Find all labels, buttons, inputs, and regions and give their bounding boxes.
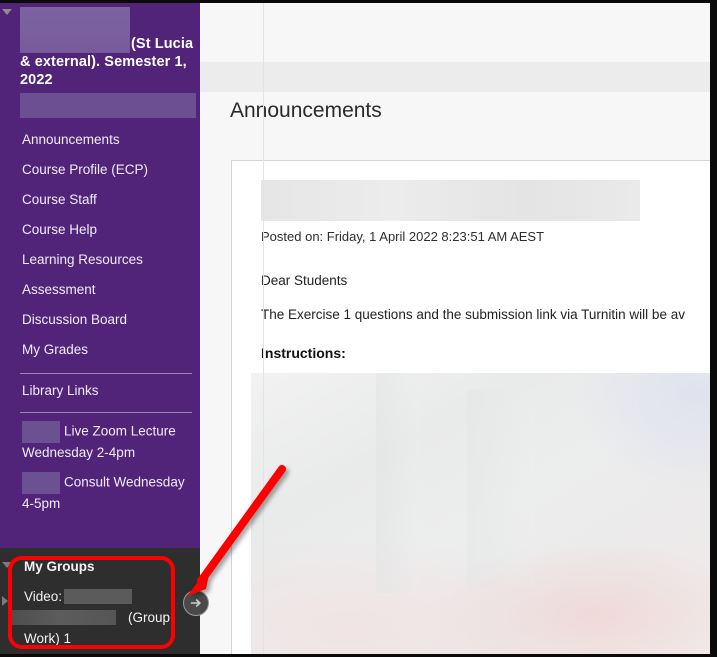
announcement-card: Posted on: Friday, 1 April 2022 8:23:51 … bbox=[231, 160, 710, 654]
triangle-down-icon-lower[interactable] bbox=[2, 562, 12, 568]
content-top-band bbox=[200, 62, 710, 92]
sidebar-item-library-links[interactable]: Library Links bbox=[12, 374, 200, 404]
main-content: Announcements Posted on: Friday, 1 April… bbox=[200, 3, 710, 654]
group-name-redacted-1 bbox=[64, 588, 133, 604]
sidebar-item-discussion-board[interactable]: Discussion Board bbox=[12, 305, 200, 335]
sidebar-item-my-grades[interactable]: My Grades bbox=[12, 335, 200, 365]
sidebar-divider-bottom bbox=[20, 412, 192, 413]
page-title: Announcements bbox=[230, 99, 382, 122]
sidebar-item-course-profile[interactable]: Course Profile (ECP) bbox=[12, 155, 200, 185]
sidebar-item-course-staff[interactable]: Course Staff bbox=[12, 185, 200, 215]
my-groups-panel: My Groups Video:(Group Work) 1 bbox=[12, 548, 200, 654]
announcement-subject-redacted bbox=[261, 180, 640, 221]
content-gutter-line bbox=[263, 3, 264, 654]
browser-window: Announcements Posted on: Friday, 1 April… bbox=[0, 0, 717, 657]
sidebar-item-assessment[interactable]: Assessment bbox=[12, 275, 200, 305]
announcement-greeting: Dear Students bbox=[261, 273, 348, 288]
sidebar-nav-list: Announcements Course Profile (ECP) Cours… bbox=[12, 125, 200, 513]
announcement-image-redacted bbox=[251, 373, 710, 654]
sidebar-item-course-help[interactable]: Course Help bbox=[12, 215, 200, 245]
sidebar-item-announcements[interactable]: Announcements bbox=[12, 125, 200, 155]
group-name-redacted-2 bbox=[12, 609, 116, 625]
course-name-redacted bbox=[20, 7, 130, 53]
announcement-posted-on: Posted on: Friday, 1 April 2022 8:23:51 … bbox=[261, 229, 545, 244]
sidebar-item-redacted[interactable] bbox=[20, 93, 196, 118]
group-video-label: Video: bbox=[24, 589, 63, 604]
sidebar-item-live-zoom-lecture[interactable]: Live Zoom Lecture Wednesday 2-4pm bbox=[12, 421, 200, 462]
arrow-right-circle-icon[interactable] bbox=[183, 590, 209, 616]
announcement-body-text: The Exercise 1 questions and the submiss… bbox=[261, 307, 685, 322]
triangle-down-icon[interactable] bbox=[2, 9, 12, 15]
window-border-right bbox=[710, 0, 717, 657]
zoom-link-redacted-icon bbox=[22, 421, 60, 443]
sidebar-collapse-rail-upper[interactable] bbox=[0, 3, 12, 548]
my-groups-title: My Groups bbox=[24, 559, 95, 574]
course-sidebar: (St Lucia & external). Semester 1, 2022 … bbox=[12, 3, 200, 548]
consult-link-redacted-icon bbox=[22, 472, 60, 494]
sidebar-item-learning-resources[interactable]: Learning Resources bbox=[12, 245, 200, 275]
announcement-instructions-heading: Instructions: bbox=[261, 345, 346, 361]
triangle-right-icon[interactable] bbox=[2, 596, 8, 606]
course-title: (St Lucia & external). Semester 1, 2022 bbox=[20, 7, 196, 89]
sidebar-item-consult[interactable]: Consult Wednesday 4-5pm bbox=[12, 472, 200, 513]
my-groups-list: Video:(Group Work) 1 bbox=[12, 586, 196, 649]
